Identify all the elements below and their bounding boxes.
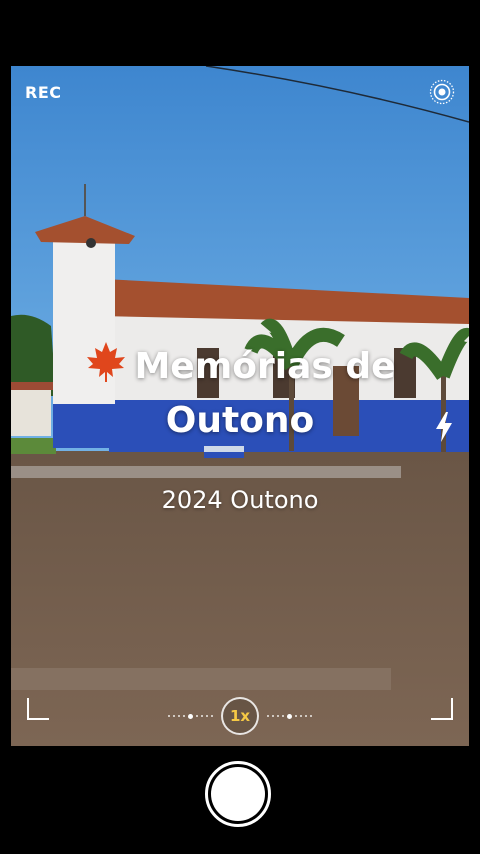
flash-icon[interactable] bbox=[433, 411, 455, 443]
live-photo-icon[interactable] bbox=[429, 79, 455, 105]
shutter-button[interactable] bbox=[205, 761, 271, 827]
zoom-scale-left[interactable] bbox=[168, 713, 213, 719]
zoom-scale-right[interactable] bbox=[267, 713, 312, 719]
zoom-level-button[interactable]: 1x bbox=[221, 697, 259, 735]
title-line-1: Memórias de bbox=[134, 346, 396, 387]
overlay-subtitle: 2024 Outono bbox=[161, 486, 319, 514]
shutter-button-inner[interactable] bbox=[211, 767, 265, 821]
title-line-2: Outono bbox=[165, 400, 315, 441]
maple-leaf-icon bbox=[84, 340, 128, 397]
zoom-control[interactable]: 1x bbox=[11, 695, 469, 737]
recording-label: REC bbox=[25, 83, 62, 102]
camera-viewfinder[interactable]: REC Memórias de Outono 2024 Outono 1x bbox=[11, 66, 469, 746]
overlay-title: Memórias de Outono bbox=[11, 340, 469, 445]
